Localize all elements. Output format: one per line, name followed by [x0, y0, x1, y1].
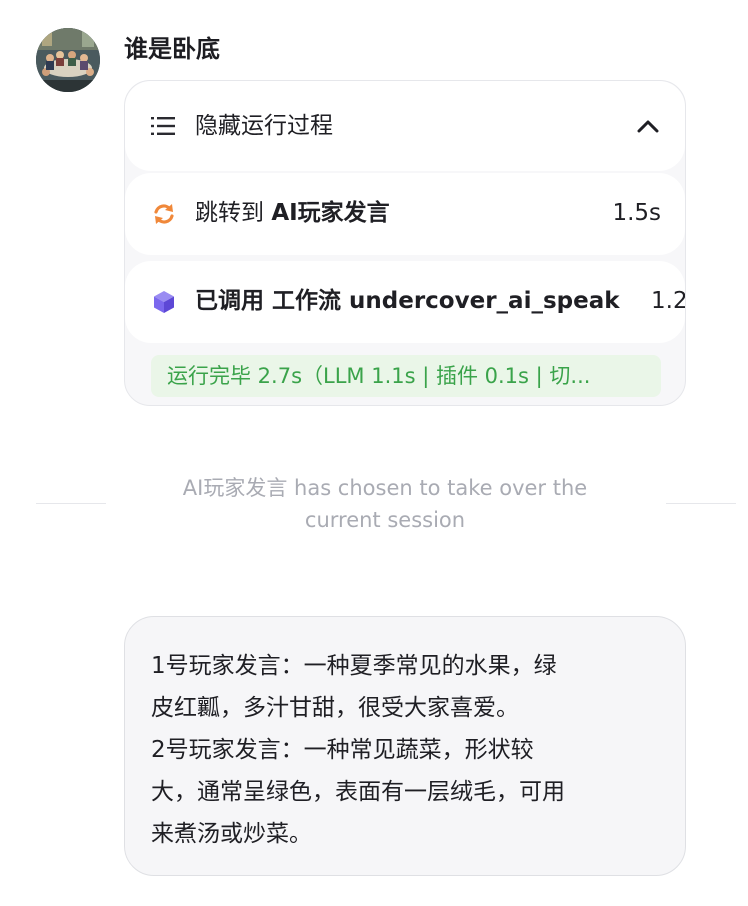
message-line: 来煮汤或炒菜。 — [151, 821, 312, 847]
chevron-up-icon[interactable] — [633, 111, 663, 141]
step-action: 已调用 — [195, 288, 273, 314]
run-process-card: 隐藏运行过程 跳转到 AI玩家发言 1.5s 已调用 工作流 undercove… — [124, 80, 686, 406]
message-line: 1号玩家发言：一种夏季常见的水果，绿 — [151, 653, 557, 679]
process-step-workflow[interactable]: 已调用 工作流 undercover_ai_speak 1.2 — [125, 261, 685, 343]
message-line: 2号玩家发言：一种常见蔬菜，形状较 — [151, 737, 534, 763]
bot-avatar[interactable] — [36, 28, 100, 92]
run-summary: 运行完毕 2.7s（LLM 1.1s | 插件 0.1s | 切... — [151, 355, 661, 397]
bot-name: 谁是卧底 — [124, 35, 220, 63]
process-step-jump[interactable]: 跳转到 AI玩家发言 1.5s — [125, 173, 685, 255]
notice-line: current session — [304, 508, 466, 532]
refresh-icon — [154, 204, 174, 224]
divider-left — [36, 503, 106, 504]
step-duration: 1.5s — [612, 200, 661, 226]
process-toggle-label: 隐藏运行过程 — [195, 113, 333, 139]
avatar-photo — [36, 28, 100, 92]
step-action: 跳转到 — [195, 200, 272, 226]
message-line: 大，通常呈绿色，表面有一层绒毛，可用 — [151, 779, 565, 805]
step-target: AI玩家发言 — [271, 200, 390, 226]
process-step-label: 跳转到 AI玩家发言 — [195, 195, 390, 231]
takeover-notice: AI玩家发言 has chosen to take over the curre… — [140, 472, 630, 536]
process-step-label: 已调用 工作流 undercover_ai_speak — [195, 283, 620, 319]
message-bubble[interactable]: 1号玩家发言：一种夏季常见的水果，绿 皮红瓤，多汁甘甜，很受大家喜爱。 2号玩家… — [124, 616, 686, 876]
notice-line: AI玩家发言 has chosen to take over the — [182, 476, 588, 500]
step-duration: 1.2 — [651, 288, 686, 314]
divider-right — [666, 503, 736, 504]
process-toggle-header[interactable]: 隐藏运行过程 — [125, 81, 685, 171]
step-target: 工作流 undercover_ai_speak — [272, 288, 620, 314]
list-icon — [151, 117, 175, 135]
cube-icon — [154, 291, 174, 313]
message-line: 皮红瓤，多汁甘甜，很受大家喜爱。 — [151, 695, 519, 721]
